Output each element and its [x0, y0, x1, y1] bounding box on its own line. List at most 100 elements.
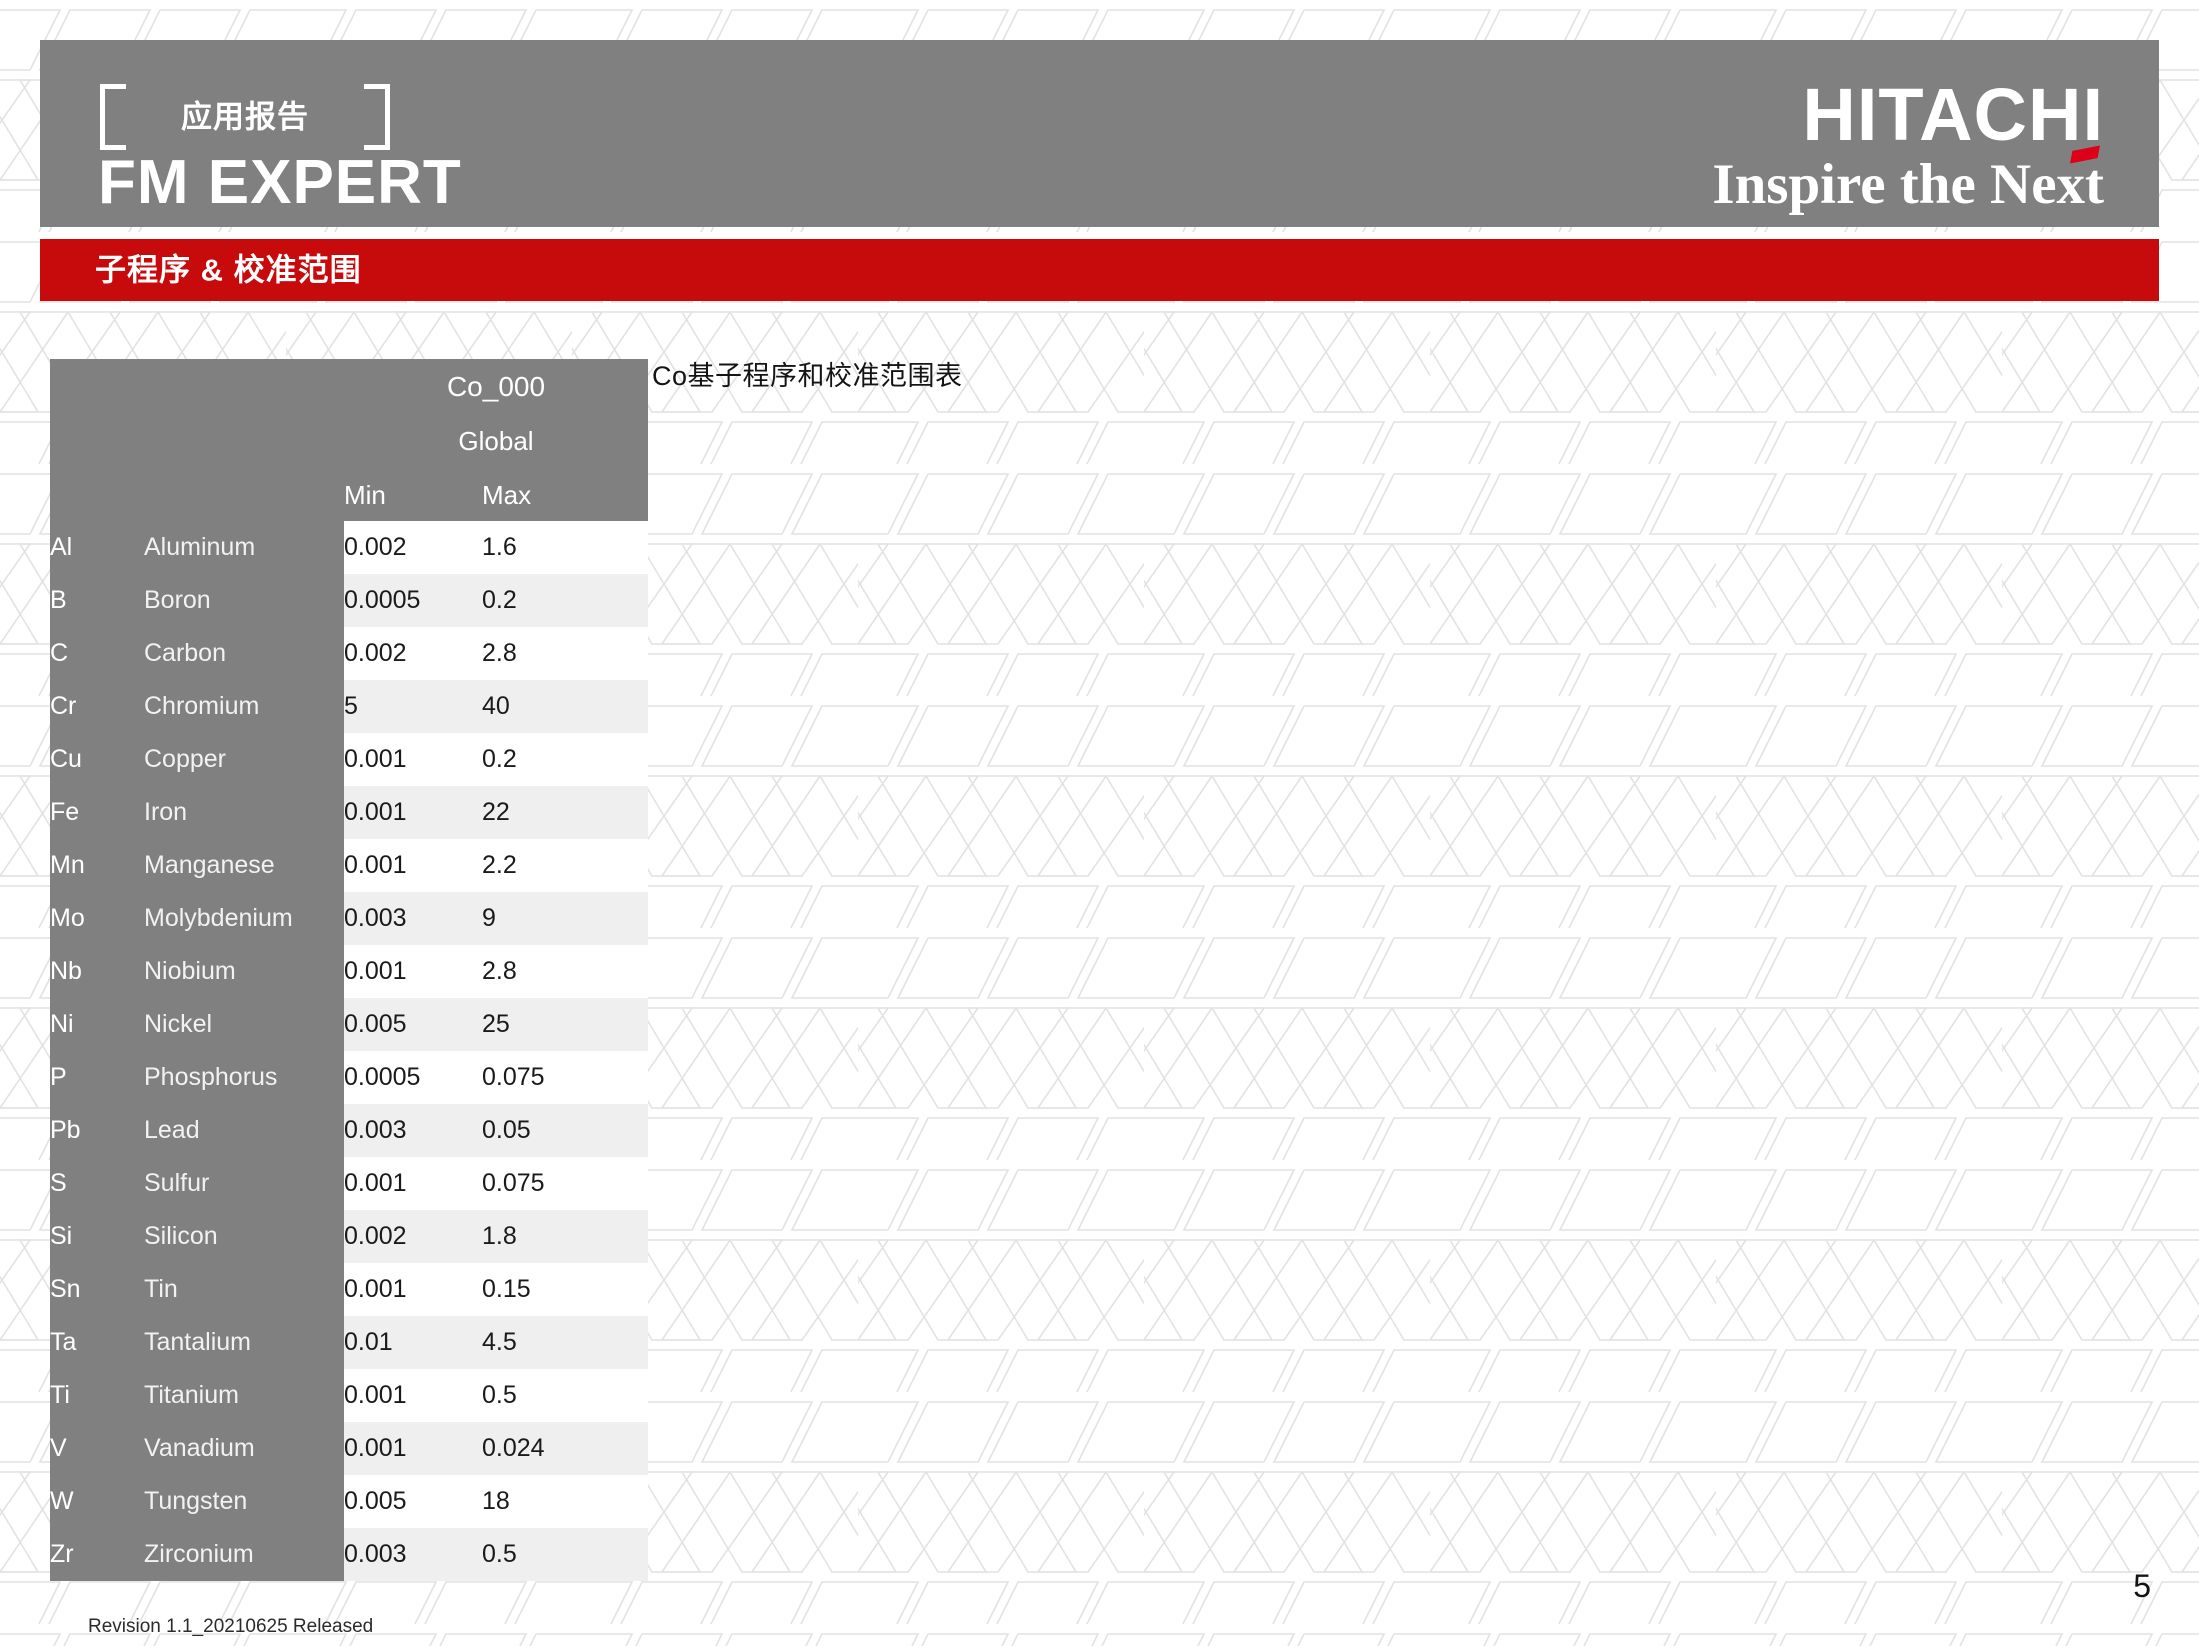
element-max: 0.5: [482, 1528, 648, 1581]
element-name: Iron: [144, 786, 344, 839]
table-row: W Tungsten 0.005 18: [50, 1475, 648, 1528]
element-symbol: Ta: [50, 1316, 144, 1369]
element-max: 0.075: [482, 1051, 648, 1104]
element-name: Niobium: [144, 945, 344, 998]
element-symbol: P: [50, 1051, 144, 1104]
element-max: 0.024: [482, 1422, 648, 1475]
element-min: 0.002: [344, 1210, 482, 1263]
table-row: Cr Chromium 5 40: [50, 680, 648, 733]
element-min: 0.001: [344, 1157, 482, 1210]
header-spacer-name: [144, 359, 344, 414]
element-symbol: Ti: [50, 1369, 144, 1422]
element-min: 0.005: [344, 998, 482, 1051]
element-symbol: Cr: [50, 680, 144, 733]
element-max: 0.2: [482, 733, 648, 786]
table-header-row-subgroup: Global: [50, 414, 648, 469]
element-name: Silicon: [144, 1210, 344, 1263]
header-subgroup-label: Global: [344, 414, 648, 469]
element-name: Nickel: [144, 998, 344, 1051]
element-name: Zirconium: [144, 1528, 344, 1581]
element-min: 0.001: [344, 839, 482, 892]
table-header-row-columns: Min Max: [50, 469, 648, 521]
element-min: 0.005: [344, 1475, 482, 1528]
element-name: Copper: [144, 733, 344, 786]
element-min: 0.003: [344, 1528, 482, 1581]
hitachi-wordmark: HITACHI: [1802, 73, 2104, 156]
element-name: Molybdenium: [144, 892, 344, 945]
element-symbol: Si: [50, 1210, 144, 1263]
element-min: 0.001: [344, 786, 482, 839]
element-max: 4.5: [482, 1316, 648, 1369]
element-name: Tungsten: [144, 1475, 344, 1528]
element-min: 0.001: [344, 945, 482, 998]
column-header-min: Min: [344, 469, 482, 521]
table-row: Ti Titanium 0.001 0.5: [50, 1369, 648, 1422]
element-name: Tantalium: [144, 1316, 344, 1369]
table-row: Ni Nickel 0.005 25: [50, 998, 648, 1051]
element-symbol: Sn: [50, 1263, 144, 1316]
table-row: B Boron 0.0005 0.2: [50, 574, 648, 627]
element-symbol: Fe: [50, 786, 144, 839]
element-min: 0.003: [344, 1104, 482, 1157]
table-row: Al Aluminum 0.002 1.6: [50, 521, 648, 574]
hitachi-tagline: Inspire the Next: [1712, 153, 2104, 216]
element-symbol: Pb: [50, 1104, 144, 1157]
element-name: Aluminum: [144, 521, 344, 574]
element-symbol: B: [50, 574, 144, 627]
element-symbol: Cu: [50, 733, 144, 786]
element-min: 0.001: [344, 1422, 482, 1475]
header-spacer-name-3: [144, 469, 344, 521]
element-min: 5: [344, 680, 482, 733]
element-max: 1.6: [482, 521, 648, 574]
element-max: 2.8: [482, 945, 648, 998]
element-symbol: W: [50, 1475, 144, 1528]
table-row: Cu Copper 0.001 0.2: [50, 733, 648, 786]
element-max: 0.05: [482, 1104, 648, 1157]
section-banner: 子程序 & 校准范围: [40, 239, 2159, 301]
element-min: 0.0005: [344, 1051, 482, 1104]
element-symbol: Zr: [50, 1528, 144, 1581]
table-row: Zr Zirconium 0.003 0.5: [50, 1528, 648, 1581]
element-max: 9: [482, 892, 648, 945]
element-symbol: C: [50, 627, 144, 680]
table-row: Mo Molybdenium 0.003 9: [50, 892, 648, 945]
element-min: 0.001: [344, 733, 482, 786]
element-symbol: Nb: [50, 945, 144, 998]
column-header-max: Max: [482, 469, 648, 521]
element-symbol: V: [50, 1422, 144, 1475]
element-name: Titanium: [144, 1369, 344, 1422]
report-kicker-bracket: 应用报告: [100, 84, 390, 150]
hitachi-logo: HITACHI Inspire the Next: [1712, 73, 2104, 216]
calibration-range-table: Co_000 Global Min Max Al Aluminum 0.002 1.6…: [50, 359, 648, 1581]
element-symbol: Mo: [50, 892, 144, 945]
table-header-row-group: Co_000: [50, 359, 648, 414]
header-group-label: Co_000: [344, 359, 648, 414]
element-name: Sulfur: [144, 1157, 344, 1210]
element-max: 18: [482, 1475, 648, 1528]
element-name: Lead: [144, 1104, 344, 1157]
element-min: 0.0005: [344, 574, 482, 627]
page-number: 5: [2133, 1568, 2151, 1604]
header-spacer-symbol: [50, 359, 144, 414]
element-name: Tin: [144, 1263, 344, 1316]
element-name: Boron: [144, 574, 344, 627]
element-max: 0.075: [482, 1157, 648, 1210]
report-kicker-label: 应用报告: [181, 99, 309, 135]
header-spacer-name-2: [144, 414, 344, 469]
page-title: FM EXPERT: [98, 148, 462, 217]
table-body: Al Aluminum 0.002 1.6 B Boron 0.0005 0.2 C Carbon…: [50, 521, 648, 1581]
table-row: Ta Tantalium 0.01 4.5: [50, 1316, 648, 1369]
element-symbol: Al: [50, 521, 144, 574]
table-header: Co_000 Global Min Max: [50, 359, 648, 521]
hitachi-tagline-wrap: Inspire the Next: [1712, 145, 2104, 216]
element-name: Carbon: [144, 627, 344, 680]
table-row: V Vanadium 0.001 0.024: [50, 1422, 648, 1475]
header-band: 应用报告 FM EXPERT HITACHI Inspire the Next: [40, 40, 2159, 227]
section-title: 子程序 & 校准范围: [95, 252, 362, 288]
element-min: 0.003: [344, 892, 482, 945]
element-max: 22: [482, 786, 648, 839]
element-max: 0.15: [482, 1263, 648, 1316]
element-name: Chromium: [144, 680, 344, 733]
table-row: Nb Niobium 0.001 2.8: [50, 945, 648, 998]
table-row: Pb Lead 0.003 0.05: [50, 1104, 648, 1157]
